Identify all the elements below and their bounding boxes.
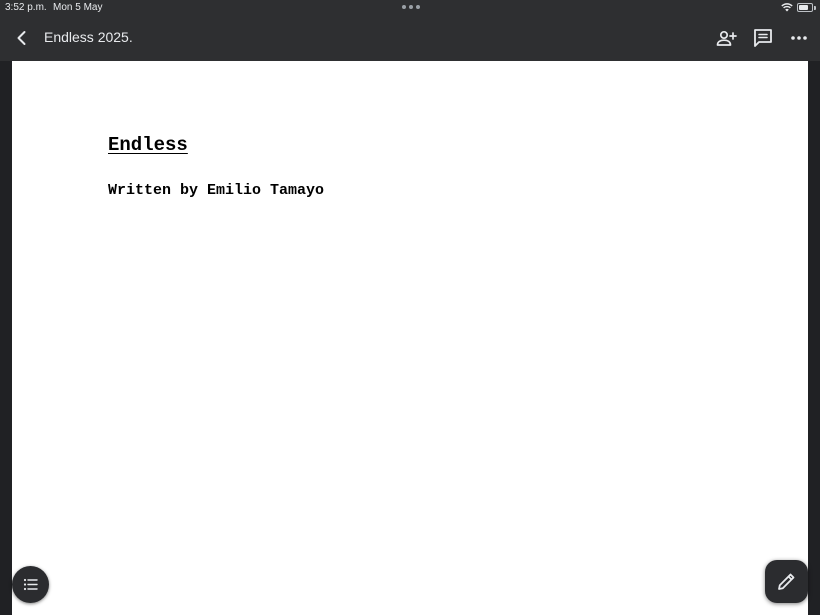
app-toolbar: Endless 2025. xyxy=(0,16,820,61)
more-options-button[interactable] xyxy=(787,26,811,50)
battery-tip xyxy=(814,6,816,10)
comments-button[interactable] xyxy=(751,26,775,50)
more-horiz-icon xyxy=(791,36,807,40)
chevron-left-icon xyxy=(17,31,26,45)
outline-button[interactable] xyxy=(12,566,49,603)
document-page[interactable]: Endless Written by Emilio Tamayo xyxy=(12,61,808,615)
person-add-icon xyxy=(716,30,737,46)
wifi-icon xyxy=(781,3,793,12)
status-bar: 3:52 p.m. Mon 5 May xyxy=(0,0,820,16)
document-canvas[interactable]: Endless Written by Emilio Tamayo xyxy=(0,61,820,615)
comment-icon xyxy=(754,29,772,47)
script-title: Endless xyxy=(108,134,188,156)
script-byline: Written by Emilio Tamayo xyxy=(108,182,325,199)
pencil-icon xyxy=(778,573,795,590)
multitasking-dots-icon[interactable] xyxy=(402,1,420,9)
edit-button[interactable] xyxy=(765,560,808,603)
back-button[interactable] xyxy=(10,26,34,50)
list-icon xyxy=(23,578,38,591)
share-button[interactable] xyxy=(714,26,738,50)
status-time: 3:52 p.m. xyxy=(5,2,47,13)
document-title: Endless 2025. xyxy=(44,29,133,45)
battery-icon xyxy=(797,3,813,12)
status-date: Mon 5 May xyxy=(53,2,103,13)
